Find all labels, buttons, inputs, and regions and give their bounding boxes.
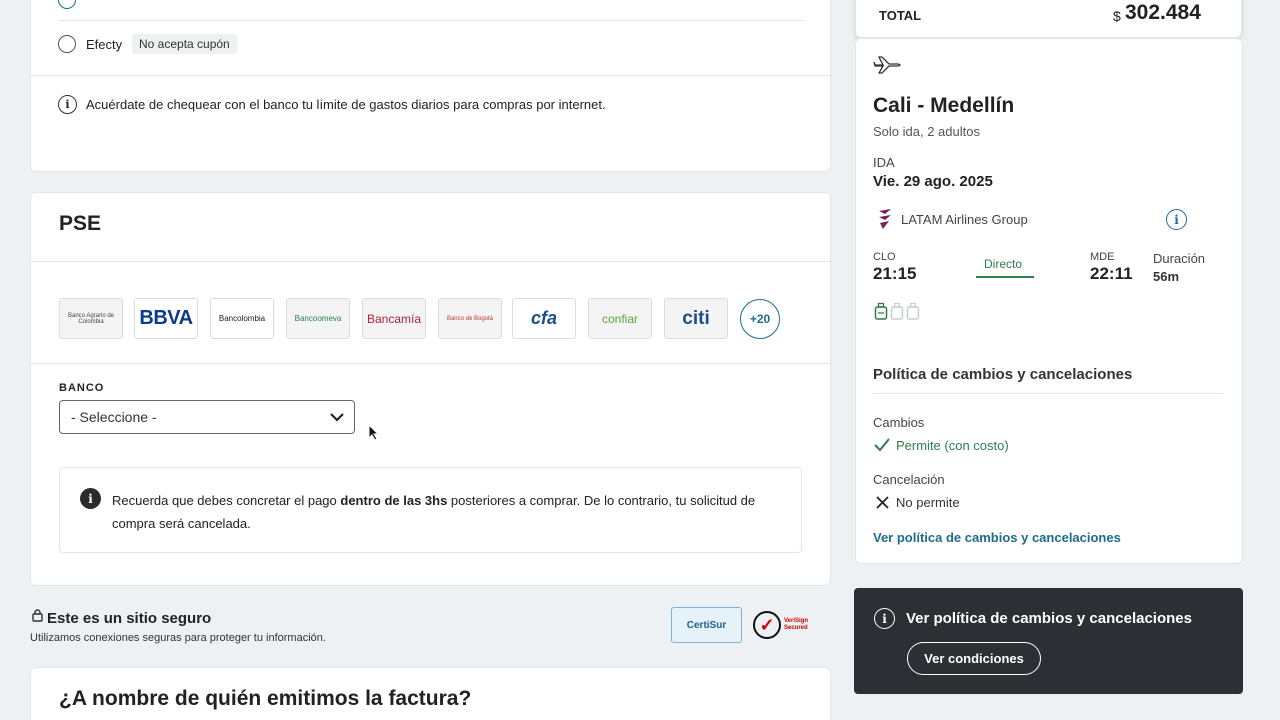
- total-bar: TOTAL $ 302.484: [855, 0, 1242, 38]
- trip-info: Solo ida, 2 adultos: [873, 124, 980, 139]
- info-icon: i: [80, 488, 101, 509]
- bank-logo-bbva[interactable]: BBVA: [134, 298, 198, 339]
- bank-logo-citi[interactable]: citi: [664, 298, 728, 339]
- route-title: Cali - Medellín: [873, 94, 1015, 117]
- duration-value: 56m: [1153, 269, 1180, 284]
- payment-methods-card: Efecty No acepta cupón i Acuérdate de ch…: [30, 0, 832, 172]
- baggage-icons: [874, 302, 920, 321]
- duration-label: Duración: [1153, 251, 1206, 266]
- policy-title: Política de cambios y cancelaciones: [873, 366, 1133, 383]
- bag-icon: [874, 302, 888, 320]
- latam-logo-icon: [879, 209, 891, 229]
- payment-warning: i Recuerda que debes concretar el pago d…: [59, 467, 802, 553]
- direct-line: [976, 276, 1034, 278]
- policy-link[interactable]: Ver política de cambios y cancelaciones: [873, 530, 1121, 545]
- verisign-seal: ✓ VeriSign Secured: [753, 607, 821, 643]
- total-label: TOTAL: [879, 8, 922, 23]
- bank-logo-bancamia[interactable]: Bancamía: [362, 298, 426, 339]
- invoice-title: ¿A nombre de quién emitimos la factura?: [59, 687, 472, 710]
- secure-title: Este es un sitio seguro: [47, 610, 212, 627]
- warning-text: Recuerda que debes concretar el pago den…: [112, 493, 756, 531]
- bank-select[interactable]: - Seleccione -: [59, 400, 355, 434]
- currency-symbol: $: [1113, 8, 1121, 24]
- ida-label: IDA: [873, 155, 895, 170]
- info-icon: i: [874, 608, 895, 629]
- bag-icon: [906, 302, 920, 320]
- radio-efecty[interactable]: [58, 35, 76, 53]
- policy-toast: i Ver política de cambios y cancelacione…: [854, 588, 1243, 694]
- radio-pse[interactable]: [58, 0, 76, 9]
- secure-subtitle: Utilizamos conexiones seguras para prote…: [30, 632, 326, 644]
- check-icon: [874, 438, 890, 452]
- cancel-value: No permite: [896, 495, 960, 510]
- efecty-tag: No acepta cupón: [132, 34, 237, 54]
- changes-value: Permite (con costo): [896, 438, 1009, 453]
- dest-code: MDE: [1090, 251, 1115, 263]
- lock-icon: [32, 609, 43, 622]
- airline-name: LATAM Airlines Group: [901, 212, 1028, 227]
- view-conditions-button[interactable]: Ver condiciones: [907, 642, 1041, 675]
- chevron-down-icon: [330, 413, 344, 422]
- bank-limit-notice: Acuérdate de chequear con el banco tu lí…: [86, 97, 606, 112]
- bank-label: BANCO: [59, 382, 105, 394]
- plane-icon: [873, 56, 901, 74]
- bank-logo-confiar[interactable]: confiar: [588, 298, 652, 339]
- info-icon: i: [58, 95, 77, 114]
- cross-icon: [876, 496, 889, 509]
- bank-logo-bogota[interactable]: Banco de Bogotá: [438, 298, 502, 339]
- bag-icon: [890, 302, 904, 320]
- bank-logo-bancolombia[interactable]: Bancolombia: [210, 298, 274, 339]
- certisur-seal: CertiSur: [671, 607, 742, 643]
- flight-info-icon[interactable]: i: [1166, 209, 1187, 230]
- mouse-cursor-icon: [368, 424, 380, 441]
- pse-title: PSE: [59, 212, 102, 235]
- flight-date: Vie. 29 ago. 2025: [873, 173, 993, 190]
- more-banks-button[interactable]: +20: [740, 299, 780, 339]
- direct-label: Directo: [984, 257, 1023, 271]
- bank-logo-agrario[interactable]: Banco Agrario de Colombia: [59, 298, 123, 339]
- bank-logo-cfa[interactable]: cfa: [512, 298, 576, 339]
- efecty-label: Efecty: [86, 37, 123, 52]
- bank-logo-bancoomeva[interactable]: Bancoomeva: [286, 298, 350, 339]
- changes-label: Cambios: [873, 415, 925, 430]
- cancel-label: Cancelación: [873, 472, 945, 487]
- toast-text: Ver política de cambios y cancelaciones: [906, 610, 1192, 627]
- total-value: 302.484: [1125, 1, 1201, 24]
- origin-time: 21:15: [873, 264, 917, 283]
- origin-code: CLO: [873, 251, 896, 263]
- dest-time: 22:11: [1090, 264, 1133, 283]
